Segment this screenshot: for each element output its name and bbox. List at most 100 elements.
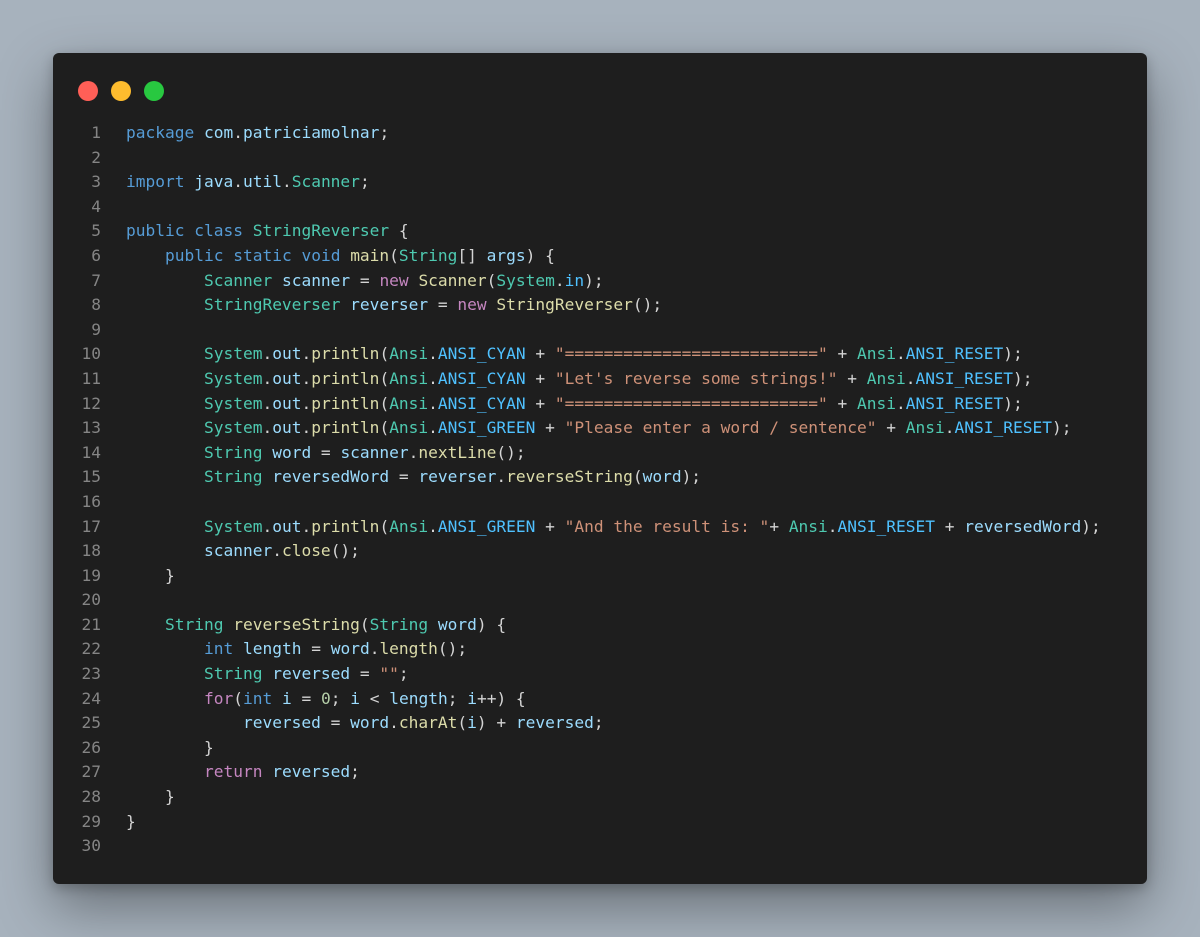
line-code[interactable]: String reversed = ""; — [126, 662, 409, 687]
line-code[interactable]: } — [126, 785, 175, 810]
code-token: reverseString — [233, 614, 360, 634]
code-token: < — [359, 688, 390, 708]
code-token: reversed — [515, 713, 594, 733]
code-line: 27 return reversed; — [53, 760, 1147, 785]
line-code[interactable]: import java.util.Scanner; — [126, 170, 370, 195]
code-line: 9 — [53, 318, 1147, 343]
code-token: = — [350, 270, 380, 290]
code-token: com — [203, 123, 234, 142]
code-line: 28 } — [53, 785, 1147, 810]
code-token: System — [203, 368, 263, 388]
code-token: = — [389, 467, 419, 487]
code-token: return — [203, 762, 263, 782]
line-code[interactable]: } — [126, 736, 214, 761]
line-code[interactable]: public static void main(String[] args) { — [126, 244, 555, 269]
code-token: + — [535, 418, 565, 438]
line-number: 18 — [81, 541, 102, 561]
line-code[interactable]: System.out.println(Ansi.ANSI_CYAN + "Let… — [126, 367, 1033, 392]
code-line: 15 String reversedWord = reverser.revers… — [53, 465, 1147, 490]
line-code[interactable]: public class StringReverser { — [126, 219, 409, 244]
code-token: println — [311, 393, 380, 413]
code-token: ; — [359, 172, 370, 192]
line-code[interactable]: System.out.println(Ansi.ANSI_CYAN + "===… — [126, 342, 1023, 367]
line-code[interactable]: System.out.println(Ansi.ANSI_CYAN + "===… — [126, 392, 1023, 417]
code-token: } — [126, 811, 136, 831]
code-token: ANSI_RESET — [915, 368, 1013, 388]
code-token: new — [457, 295, 487, 315]
code-line: 24 for(int i = 0; i < length; i++) { — [53, 687, 1147, 712]
code-token: ( — [379, 516, 390, 536]
code-token: + — [827, 393, 858, 413]
line-code[interactable]: package com.patriciamolnar; — [126, 121, 389, 146]
line-code[interactable]: Scanner scanner = new Scanner(System.in)… — [126, 269, 604, 294]
code-line: 17 System.out.println(Ansi.ANSI_GREEN + … — [53, 515, 1147, 540]
code-token: } — [126, 565, 175, 585]
code-token: word — [642, 467, 682, 487]
line-code[interactable]: scanner.close(); — [126, 539, 360, 564]
code-token: . — [262, 344, 273, 364]
line-code[interactable]: int length = word.length(); — [126, 637, 467, 662]
code-line: 3 import java.util.Scanner; — [53, 170, 1147, 195]
code-token: StringReverser — [203, 295, 341, 315]
code-token: println — [311, 516, 380, 536]
code-token: } — [126, 737, 214, 757]
line-code[interactable]: String reverseString(String word) { — [126, 613, 506, 638]
code-window: 1 package com.patriciamolnar; 2 3 import jav… — [53, 53, 1147, 884]
code-token: "And the result is: " — [564, 516, 770, 536]
code-token: int — [203, 639, 234, 659]
line-code[interactable]: } — [126, 564, 175, 589]
code-token: ( — [457, 713, 468, 733]
line-code[interactable]: return reversed; — [126, 760, 360, 785]
maximize-dot-icon[interactable] — [144, 81, 164, 101]
code-token: reverseString — [506, 467, 633, 487]
code-token: . — [428, 344, 438, 364]
code-token: import — [126, 172, 185, 192]
code-token: ANSI_RESET — [905, 344, 1004, 364]
code-token: public — [126, 221, 185, 241]
line-code[interactable]: System.out.println(Ansi.ANSI_GREEN + "Pl… — [126, 416, 1072, 441]
code-token: println — [311, 344, 380, 364]
line-code[interactable]: } — [126, 810, 136, 835]
line-code[interactable]: reversed = word.charAt(i) + reversed; — [126, 711, 604, 736]
line-code[interactable]: for(int i = 0; i < length; i++) { — [126, 687, 526, 712]
code-token: System — [203, 393, 263, 413]
code-token: Ansi — [389, 418, 429, 438]
line-number: 9 — [91, 319, 101, 339]
code-token: ); — [1051, 418, 1072, 438]
code-line: 19 } — [53, 564, 1147, 589]
code-token: . — [262, 368, 273, 388]
code-line: 20 — [53, 588, 1147, 613]
line-number: 10 — [81, 344, 102, 364]
close-dot-icon[interactable] — [78, 81, 98, 101]
line-code[interactable]: System.out.println(Ansi.ANSI_GREEN + "An… — [126, 515, 1101, 540]
minimize-dot-icon[interactable] — [111, 81, 131, 101]
code-token: nextLine — [418, 442, 497, 462]
code-token: "Please enter a word / sentence" — [564, 418, 877, 438]
code-token: scanner — [340, 442, 409, 462]
code-token: ( — [379, 418, 390, 438]
code-token: ) { — [476, 614, 507, 634]
line-number: 21 — [81, 614, 102, 634]
code-token: reversed — [272, 664, 351, 684]
line-number: 14 — [81, 442, 102, 462]
code-token: reverser — [418, 467, 497, 487]
code-token: out — [272, 368, 302, 388]
code-token: util — [242, 172, 282, 192]
code-token: ; — [350, 762, 360, 782]
code-token: . — [281, 172, 292, 192]
line-code[interactable]: String reversedWord = reverser.reverseSt… — [126, 465, 701, 490]
code-token: word — [330, 639, 370, 659]
line-number: 19 — [81, 565, 102, 585]
line-code[interactable]: String word = scanner.nextLine(); — [126, 441, 526, 466]
line-code[interactable]: StringReverser reverser = new StringReve… — [126, 293, 662, 318]
